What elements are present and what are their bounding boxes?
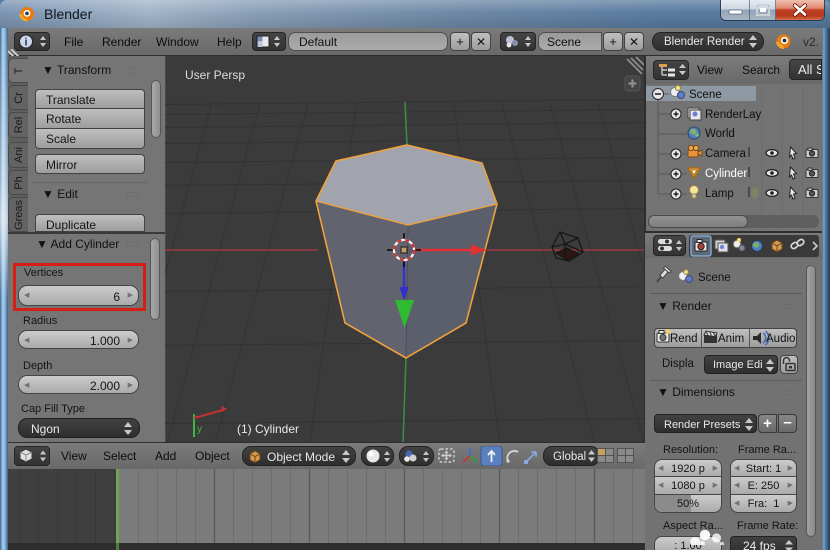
svg-text:(1) Cylinder: (1) Cylinder <box>237 422 299 436</box>
svg-text:Lamp: Lamp <box>705 188 734 200</box>
svg-text:Cylinder: Cylinder <box>705 168 747 180</box>
svg-text:RenderLay: RenderLay <box>705 109 762 121</box>
svg-text:Anim: Anim <box>718 333 744 345</box>
svg-text:User Persp: User Persp <box>185 68 245 82</box>
svg-text:Audio: Audio <box>766 333 795 345</box>
svg-text:Scene: Scene <box>689 89 722 101</box>
svg-text:Scene: Scene <box>698 272 731 284</box>
svg-text:Camera: Camera <box>705 148 747 160</box>
svg-text:Rend: Rend <box>670 333 698 345</box>
svg-text:y: y <box>197 424 202 435</box>
svg-text:i: i <box>24 37 27 49</box>
svg-text:World: World <box>705 128 735 140</box>
